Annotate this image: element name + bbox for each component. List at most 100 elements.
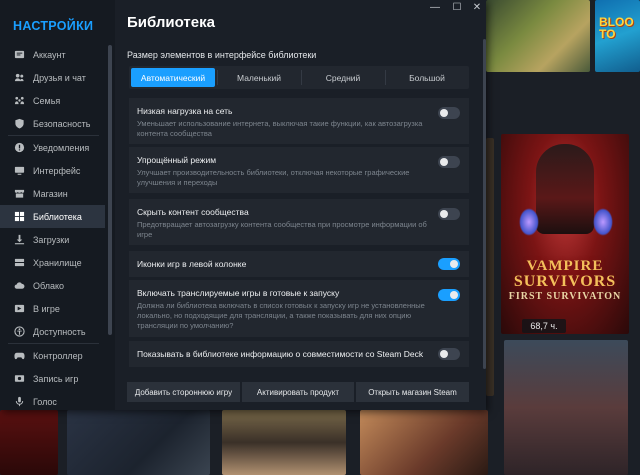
sidebar-item-label: Семья — [33, 95, 61, 106]
option-hide-community: Скрыть контент сообщества Предотвращает … — [129, 199, 469, 245]
size-option-auto[interactable]: Автоматический — [131, 68, 215, 87]
sidebar-item-cloud[interactable]: Облако — [0, 274, 105, 297]
left-column-icons-toggle[interactable] — [438, 258, 460, 270]
settings-dialog: НАСТРОЙКИ Аккаунт Друзья и чат Семья Без… — [0, 0, 486, 410]
game-title-line3: FIRST SURVIVATON — [508, 291, 622, 302]
option-title: Скрыть контент сообщества — [137, 207, 249, 217]
storage-icon — [13, 257, 25, 269]
open-steam-store-button[interactable]: Открыть магазин Steam — [356, 382, 469, 402]
library-grid-icon — [13, 211, 25, 223]
toggle-knob — [440, 350, 448, 358]
option-left-column-icons: Иконки игр в левой колонке — [129, 251, 469, 277]
sidebar-item-label: Аккаунт — [33, 49, 66, 60]
close-button[interactable]: ✕ — [468, 2, 486, 13]
sidebar-item-label: Голос — [33, 396, 57, 407]
game-tile[interactable] — [486, 138, 494, 396]
game-tile[interactable] — [222, 410, 346, 475]
toggle-knob — [440, 210, 448, 218]
game-tile[interactable] — [67, 410, 210, 475]
hide-community-toggle[interactable] — [438, 208, 460, 220]
sidebar-item-label: Интерфейс — [33, 165, 81, 176]
option-description: Должна ли библиотека включать в список г… — [137, 301, 425, 330]
sidebar-item-label: Друзья и чат — [33, 72, 86, 83]
page-title: Библиотека — [127, 14, 215, 31]
sidebar-item-downloads[interactable]: Загрузки — [0, 228, 105, 251]
streaming-games-toggle[interactable] — [438, 289, 460, 301]
cloud-icon — [13, 280, 25, 292]
sidebar-item-controller[interactable]: Контроллер — [0, 344, 105, 367]
size-setting-label: Размер элементов в интерфейсе библиотеки — [127, 50, 317, 60]
settings-scroll-area: Размер элементов в интерфейсе библиотеки… — [127, 47, 483, 367]
game-logo: BLOO TO — [599, 15, 634, 41]
content-scrollbar[interactable] — [483, 39, 486, 369]
shield-icon — [13, 118, 25, 130]
sidebar-item-family[interactable]: Семья — [0, 89, 105, 112]
add-non-steam-game-button[interactable]: Добавить стороннюю игру — [127, 382, 240, 402]
sidebar-item-label: Магазин — [33, 188, 68, 199]
magic-effect — [519, 208, 539, 236]
low-bandwidth-toggle[interactable] — [438, 107, 460, 119]
sidebar-item-label: Облако — [33, 280, 65, 291]
sidebar-item-friends[interactable]: Друзья и чат — [0, 66, 105, 89]
option-title: Иконки игр в левой колонке — [137, 259, 247, 269]
sidebar-item-storage[interactable]: Хранилище — [0, 251, 105, 274]
game-tile[interactable] — [360, 410, 488, 475]
sidebar-item-label: В игре — [33, 303, 60, 314]
option-low-bandwidth: Низкая нагрузка на сеть Уменьшает исполь… — [129, 98, 469, 144]
sidebar-item-in-game[interactable]: В игре — [0, 297, 105, 320]
sidebar-item-notifications[interactable]: Уведомления — [0, 136, 105, 159]
notifications-icon — [13, 142, 25, 154]
sidebar-nav: Аккаунт Друзья и чат Семья Безопасность … — [0, 43, 105, 413]
sidebar-item-label: Безопасность — [33, 118, 91, 129]
sidebar-item-accessibility[interactable]: Доступность — [0, 320, 105, 343]
game-title-line2: SURVIVORS — [513, 273, 617, 290]
microphone-icon — [13, 396, 25, 408]
simplified-mode-toggle[interactable] — [438, 156, 460, 168]
option-title: Низкая нагрузка на сеть — [137, 106, 233, 116]
in-game-icon — [13, 303, 25, 315]
sidebar-item-voice[interactable]: Голос — [0, 390, 105, 413]
sidebar-item-account[interactable]: Аккаунт — [0, 43, 105, 66]
settings-sidebar: НАСТРОЙКИ Аккаунт Друзья и чат Семья Без… — [0, 0, 115, 410]
game-tile[interactable]: BLOO TO — [595, 0, 640, 72]
minimize-button[interactable]: — — [426, 2, 444, 13]
toggle-knob — [450, 291, 458, 299]
maximize-button[interactable]: ☐ — [448, 2, 466, 13]
sidebar-item-game-recording[interactable]: Запись игр — [0, 367, 105, 390]
sidebar-item-label: Запись игр — [33, 373, 79, 384]
size-option-small[interactable]: Маленький — [217, 66, 301, 89]
game-tile[interactable] — [0, 410, 58, 475]
game-tile[interactable] — [486, 0, 590, 72]
sidebar-item-label: Доступность — [33, 326, 86, 337]
toggle-knob — [450, 260, 458, 268]
sidebar-title: НАСТРОЙКИ — [13, 19, 94, 33]
option-simplified-mode: Упрощённый режим Улучшает производительн… — [129, 147, 469, 193]
magic-effect — [593, 208, 613, 236]
option-description: Уменьшает использование интернета, выклю… — [137, 119, 423, 138]
activate-product-button[interactable]: Активировать продукт — [242, 382, 354, 402]
sidebar-scrollbar[interactable] — [108, 45, 112, 335]
option-streaming-games: Включать транслируемые игры в готовые к … — [129, 280, 469, 337]
game-tile[interactable] — [504, 340, 628, 475]
game-title-art: VAMPIRE SURVIVORS FIRST SURVIVATON — [501, 258, 629, 302]
steam-deck-compat-toggle[interactable] — [438, 348, 460, 360]
sidebar-item-library[interactable]: Библиотека — [0, 205, 105, 228]
game-tile-vampire-survivors[interactable] — [501, 134, 629, 334]
download-icon — [13, 234, 25, 246]
toggle-knob — [440, 158, 448, 166]
monitor-icon — [13, 165, 25, 177]
store-icon — [13, 188, 25, 200]
account-icon — [13, 49, 25, 61]
option-description: Предотвращает автозагрузку контента сооб… — [137, 220, 427, 239]
settings-content: — ☐ ✕ Библиотека Размер элементов в инте… — [115, 0, 486, 410]
size-option-medium[interactable]: Средний — [301, 66, 385, 89]
sidebar-item-interface[interactable]: Интерфейс — [0, 159, 105, 182]
size-option-large[interactable]: Большой — [385, 66, 469, 89]
option-title: Упрощённый режим — [137, 155, 217, 165]
sidebar-item-security[interactable]: Безопасность — [0, 112, 105, 135]
accessibility-icon — [13, 326, 25, 338]
sidebar-item-store[interactable]: Магазин — [0, 182, 105, 205]
option-steam-deck-compat: Показывать в библиотеке информацию о сов… — [129, 341, 469, 367]
sidebar-item-label: Загрузки — [33, 234, 70, 245]
size-segmented-control: Автоматический Маленький Средний Большой — [129, 66, 469, 89]
